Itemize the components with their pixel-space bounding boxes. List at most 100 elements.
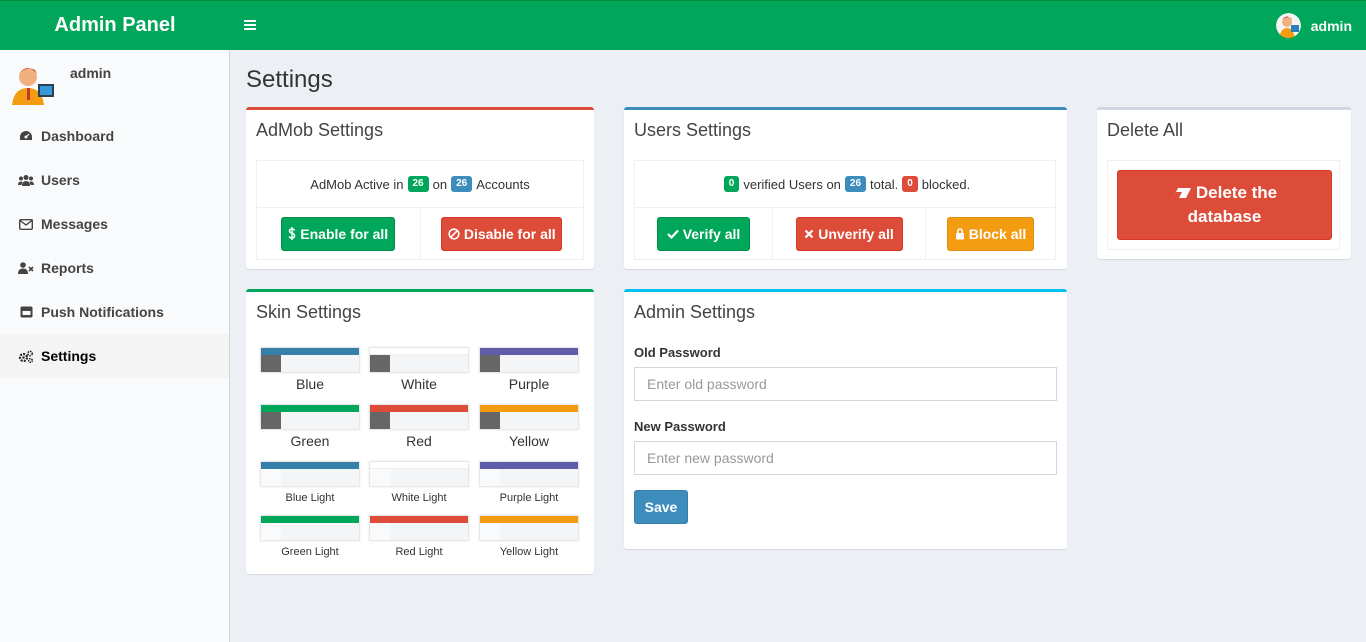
blocked-text: blocked. <box>921 176 971 192</box>
skin-preview-body <box>500 469 578 486</box>
skin-preview-sidebar <box>261 469 281 486</box>
dollar-icon <box>288 227 296 240</box>
skin-preview-sidebar <box>480 523 500 540</box>
box-title: Admin Settings <box>634 302 756 322</box>
skin-preview-header <box>370 348 468 355</box>
box-title: AdMob Settings <box>256 120 384 140</box>
delete-all-box: Delete All Delete the database <box>1097 107 1351 259</box>
main-content: Settings AdMob Settings AdMob Active in … <box>231 50 1366 642</box>
skin-preview-sidebar <box>261 355 281 372</box>
sidebar-item-push-notifications[interactable]: Push Notifications <box>0 290 229 334</box>
disable-for-all-button[interactable]: Disable for all <box>441 216 563 251</box>
skin-option-purple-light[interactable]: Purple Light <box>479 461 579 504</box>
verify-all-button[interactable]: Verify all <box>657 216 750 251</box>
sidebar-menu: Dashboard Users Messages Reports Push No… <box>0 114 229 378</box>
skin-option-red-light[interactable]: Red Light <box>369 515 469 558</box>
table-cell: Disable for all <box>419 208 584 259</box>
delete-database-button[interactable]: Delete the database <box>1117 170 1332 240</box>
user-times-icon <box>18 261 34 275</box>
skin-preview-body <box>390 355 468 372</box>
avatar <box>10 60 55 105</box>
user-panel: admin <box>0 50 229 110</box>
block-all-button[interactable]: Block all <box>947 216 1034 251</box>
unverify-all-button[interactable]: Unverify all <box>795 216 903 251</box>
admob-actions-row: Enable for all Disable for all <box>257 208 583 259</box>
users-status-row: 0 verified Users on 26 total. 0 blocked. <box>635 161 1055 208</box>
save-button[interactable]: Save <box>634 490 688 524</box>
box-title: Delete All <box>1107 120 1184 140</box>
skin-label: Yellow <box>509 433 549 449</box>
skin-preview <box>369 404 469 430</box>
enable-for-all-label: Enable for all <box>300 225 389 242</box>
skin-option-white[interactable]: White <box>369 347 469 392</box>
skin-option-green-light[interactable]: Green Light <box>260 515 360 558</box>
skin-preview <box>369 461 469 487</box>
sidebar-item-label: Users <box>41 172 80 188</box>
brand-logo[interactable]: Admin Panel <box>0 14 230 37</box>
sidebar-item-dashboard[interactable]: Dashboard <box>0 114 229 158</box>
skin-preview-body <box>390 523 468 540</box>
sidebar-item-label: Push Notifications <box>41 304 164 320</box>
skin-option-yellow[interactable]: Yellow <box>479 404 579 449</box>
skin-option-blue[interactable]: Blue <box>260 347 360 392</box>
hamburger-icon[interactable] <box>244 18 256 34</box>
skin-label: Purple <box>508 376 550 392</box>
skin-option-yellow-light[interactable]: Yellow Light <box>479 515 579 558</box>
dashboard-icon <box>18 129 34 143</box>
eraser-icon <box>1172 188 1191 198</box>
disable-for-all-label: Disable for all <box>463 225 556 242</box>
admob-text-before: AdMob Active in <box>310 176 404 192</box>
old-password-label: Old Password <box>634 345 721 360</box>
users-actions-row: Verify all Unverify all Block all <box>635 208 1055 259</box>
enable-for-all-button[interactable]: Enable for all <box>281 216 396 251</box>
skin-label: Purple Light <box>499 492 559 504</box>
close-icon <box>804 229 814 238</box>
skin-label: Blue <box>295 376 325 392</box>
skin-preview <box>479 461 579 487</box>
skin-option-purple[interactable]: Purple <box>479 347 579 392</box>
skin-preview <box>369 515 469 541</box>
admob-active-count-badge: 26 <box>407 176 429 192</box>
skin-preview <box>260 404 360 430</box>
ban-icon <box>448 227 460 240</box>
cogs-icon <box>18 349 34 363</box>
skin-option-green[interactable]: Green <box>260 404 360 449</box>
unverify-all-label: Unverify all <box>818 225 894 242</box>
user-menu[interactable]: admin <box>1275 13 1352 38</box>
header-user-name: admin <box>1310 17 1352 34</box>
skin-option-white-light[interactable]: White Light <box>369 461 469 504</box>
skin-preview-sidebar <box>480 412 500 429</box>
table-cell: Verify all <box>635 208 772 259</box>
new-password-label: New Password <box>634 419 726 434</box>
skin-label: White Light <box>391 492 447 504</box>
delete-button-line-1: Delete the <box>1172 181 1277 205</box>
box-title: Skin Settings <box>256 302 362 322</box>
skin-preview <box>479 515 579 541</box>
new-password-input[interactable] <box>634 441 1057 475</box>
verified-count-badge: 0 <box>723 176 740 192</box>
skin-preview-body <box>500 355 578 372</box>
skin-option-red[interactable]: Red <box>369 404 469 449</box>
skin-preview-body <box>281 412 359 429</box>
skin-label: White <box>401 376 437 392</box>
sidebar-item-messages[interactable]: Messages <box>0 202 229 246</box>
admin-settings-box: Admin Settings Old Password New Password… <box>624 289 1067 549</box>
sidebar-item-users[interactable]: Users <box>0 158 229 202</box>
admob-text-mid: on <box>432 176 448 192</box>
skin-label: Yellow Light <box>499 546 559 558</box>
verified-text: verified Users on <box>743 176 841 192</box>
skin-option-blue-light[interactable]: Blue Light <box>260 461 360 504</box>
skin-preview-body <box>281 355 359 372</box>
skin-preview-header <box>480 405 578 412</box>
sidebar-item-settings[interactable]: Settings <box>0 334 229 378</box>
users-settings-box: Users Settings 0 verified Users on 26 to… <box>624 107 1067 269</box>
skin-label: Green <box>290 433 330 449</box>
sidebar-item-label: Settings <box>41 348 97 364</box>
skin-preview-sidebar <box>370 355 390 372</box>
old-password-input[interactable] <box>634 367 1057 401</box>
skin-preview-header <box>370 462 468 469</box>
sidebar-item-reports[interactable]: Reports <box>0 246 229 290</box>
sidebar-user-name: admin <box>70 65 112 81</box>
skin-label: Blue Light <box>285 492 335 504</box>
skin-label: Green Light <box>281 546 339 558</box>
